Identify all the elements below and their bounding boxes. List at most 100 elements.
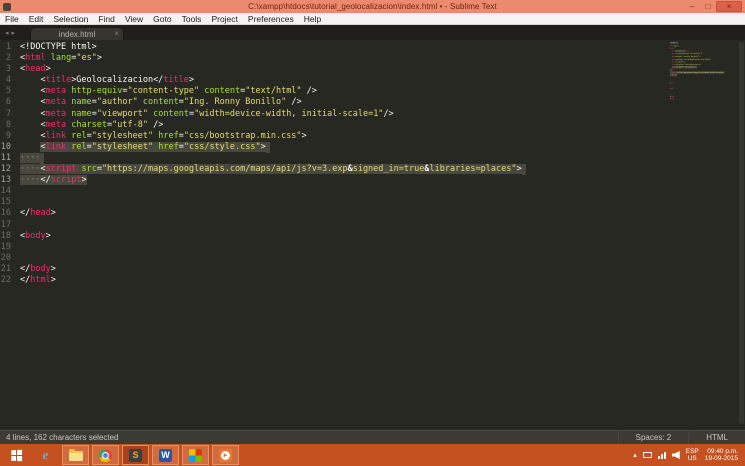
line-number: 15: [0, 197, 11, 208]
tab-scroll-arrows[interactable]: ◂▸: [0, 29, 22, 40]
start-button[interactable]: [0, 444, 32, 466]
code-line[interactable]: 5 <meta http-equiv="content-type" conten…: [0, 86, 526, 97]
code-line[interactable]: 18 <body>: [0, 231, 526, 242]
display-icon[interactable]: [642, 452, 652, 458]
media-player-icon: [219, 448, 232, 462]
menu-bar: File Edit Selection Find View Goto Tools Projec…: [0, 13, 745, 25]
line-number: 9: [5, 130, 11, 141]
menu-file[interactable]: File: [0, 13, 24, 25]
windows-taskbar: e S W ▴ ESP US 09:40 p.m. 19-09-2015: [0, 444, 745, 466]
close-button[interactable]: ×: [716, 1, 742, 12]
line-number: 20: [0, 252, 11, 263]
office-icon: [189, 448, 202, 462]
menu-project[interactable]: Project: [206, 13, 242, 25]
windows-logo-icon: [10, 449, 22, 461]
line-number: 7: [5, 108, 11, 119]
code-line[interactable]: 7 <meta name="viewport" content="width=d…: [0, 109, 526, 120]
menu-goto[interactable]: Goto: [148, 13, 176, 25]
language-indicator[interactable]: ESP US: [686, 448, 699, 462]
taskbar-chrome[interactable]: [92, 445, 119, 465]
line-number: 8: [5, 119, 11, 130]
line-number: 10: [0, 141, 11, 152]
taskbar-internet-explorer[interactable]: e: [32, 445, 59, 465]
code-line[interactable]: 16 </head>: [0, 208, 526, 219]
code-line[interactable]: 3 <head>: [0, 64, 526, 75]
menu-tools[interactable]: Tools: [177, 13, 207, 25]
line-number: 1: [5, 42, 11, 52]
system-tray: ▴ ESP US 09:40 p.m. 19-09-2015: [633, 444, 745, 466]
tab-index-html[interactable]: index.html ×: [30, 27, 125, 40]
chrome-icon: [99, 448, 112, 462]
code-line[interactable]: ····<script src="https://maps.googleapis…: [670, 71, 730, 74]
code-line[interactable]: 9 <link rel="stylesheet" href="css/boots…: [0, 131, 526, 142]
menu-help[interactable]: Help: [299, 13, 326, 25]
internet-explorer-icon: e: [42, 447, 49, 462]
volume-icon[interactable]: [671, 451, 680, 459]
menu-view[interactable]: View: [120, 13, 148, 25]
menu-edit[interactable]: Edit: [24, 13, 49, 25]
selection-status: 4 lines, 162 characters selected: [6, 433, 119, 442]
code-line[interactable]: 1 <!DOCTYPE html>: [0, 42, 526, 53]
code-line[interactable]: 21 </body>: [0, 264, 526, 275]
taskbar-word[interactable]: W: [152, 445, 179, 465]
status-bar: 4 lines, 162 characters selected Spaces:…: [0, 430, 745, 444]
menu-preferences[interactable]: Preferences: [243, 13, 299, 25]
maximize-button[interactable]: □: [700, 0, 716, 13]
taskbar-file-explorer[interactable]: [62, 445, 89, 465]
code-line[interactable]: 19: [0, 242, 526, 253]
tab-close-icon[interactable]: ×: [114, 29, 119, 38]
line-number: 3: [5, 64, 11, 75]
tray-expand-icon[interactable]: ▴: [633, 451, 637, 459]
tab-bar: ◂▸ index.html ×: [0, 25, 745, 40]
tab-scroll-right-icon[interactable]: ▸: [12, 30, 19, 37]
taskbar-sublime-text[interactable]: S: [122, 445, 149, 465]
line-number: 12: [0, 164, 11, 175]
code-line[interactable]: 13 ····</script>: [0, 175, 526, 186]
code-line[interactable]: 17: [0, 220, 526, 231]
line-number: 17: [0, 219, 11, 230]
network-icon[interactable]: [657, 451, 666, 459]
minimap[interactable]: <!DOCTYPE html> <html lang="es"> <head> <t…: [670, 42, 732, 122]
clock-date: 19-09-2015: [704, 455, 738, 462]
editor-area[interactable]: 1 <!DOCTYPE html> 2 <html lang="es"> 3 <head>…: [0, 40, 745, 430]
window-title: C:\xampp\htdocs\tutorial_geolocalizacion…: [248, 2, 497, 11]
code-line[interactable]: 12 ····<script src="https://maps.googleap…: [0, 164, 526, 176]
clock-time: 09:40 p.m.: [707, 448, 738, 455]
code-line[interactable]: 14: [0, 186, 526, 197]
language-top: ESP: [685, 448, 699, 455]
code-line[interactable]: 22 </html>: [0, 275, 526, 286]
code-line[interactable]: 10 <link rel="stylesheet" href="css/styl…: [0, 141, 526, 153]
vertical-scrollbar[interactable]: [739, 42, 744, 424]
line-number: 5: [5, 86, 11, 97]
line-number: 2: [5, 53, 11, 64]
line-number: 6: [5, 97, 11, 108]
syntax-setting[interactable]: HTML: [688, 431, 745, 444]
minimize-button[interactable]: –: [684, 0, 700, 13]
sublime-text-icon: S: [129, 448, 142, 462]
code-line[interactable]: 11 ····: [0, 152, 526, 165]
taskbar-media-player[interactable]: [212, 445, 239, 465]
code-line[interactable]: 6 <meta name="author" content="Ing. Ronn…: [0, 97, 526, 108]
sublime-text-window: C:\xampp\htdocs\tutorial_geolocalizacion…: [0, 0, 745, 466]
code-line[interactable]: 20: [0, 253, 526, 264]
menu-find[interactable]: Find: [93, 13, 120, 25]
code-line[interactable]: 2 <html lang="es">: [0, 53, 526, 64]
line-number: 11: [0, 152, 11, 163]
menu-selection[interactable]: Selection: [48, 13, 93, 25]
line-number: 22: [0, 274, 11, 285]
clock[interactable]: 09:40 p.m. 19-09-2015: [705, 448, 738, 462]
line-number: 13: [0, 175, 11, 186]
code-line[interactable]: 15: [0, 197, 526, 208]
line-number: 4: [5, 75, 11, 86]
indent-setting[interactable]: Spaces: 2: [617, 431, 689, 444]
line-number: 14: [0, 186, 11, 197]
line-number: 18: [0, 230, 11, 241]
code-line[interactable]: 4 <title>Geolocalizacion</title>: [0, 75, 526, 86]
code-view[interactable]: 1 <!DOCTYPE html> 2 <html lang="es"> 3 <head>…: [0, 42, 526, 286]
code-line[interactable]: 8 <meta charset="utf-8" />: [0, 120, 526, 131]
language-bottom: US: [687, 455, 697, 462]
taskbar-office[interactable]: [182, 445, 209, 465]
code-line[interactable]: </html>: [670, 98, 730, 101]
line-number: 16: [0, 208, 11, 219]
title-bar: C:\xampp\htdocs\tutorial_geolocalizacion…: [0, 0, 745, 13]
